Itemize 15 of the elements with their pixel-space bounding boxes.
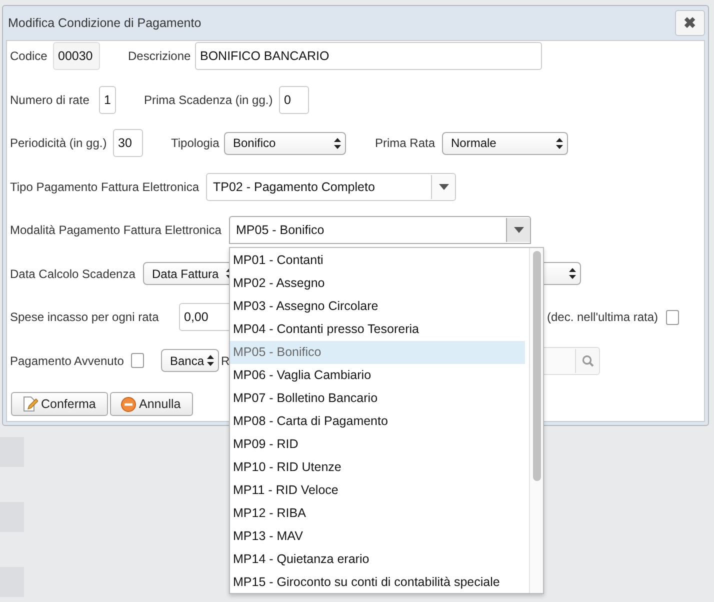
field-label: Tipologia [171,136,220,150]
field-label: Modalità Pagamento Fattura Elettronica [10,223,222,237]
field-label: Tipo Pagamento Fattura Elettronica [10,180,199,194]
field-label: Data Calcolo Scadenza [10,266,136,280]
field-label: Pagamento Avvenuto [10,354,124,368]
field-label: Periodicità (in gg.) [10,136,107,150]
dialog-title: Modifica Condizione di Pagamento [8,16,202,30]
field-label: Codice [10,49,48,63]
field-label: (dec. nell'ultima rata) [547,310,658,324]
field-label: R [221,354,230,368]
field-label: Descrizione [128,49,191,63]
field-label: Spese incasso per ogni rata [10,310,159,324]
field-label: Numero di rate [10,92,90,106]
field-label: Prima Scadenza (in gg.) [144,92,273,106]
field-label: Prima Rata [375,136,436,150]
